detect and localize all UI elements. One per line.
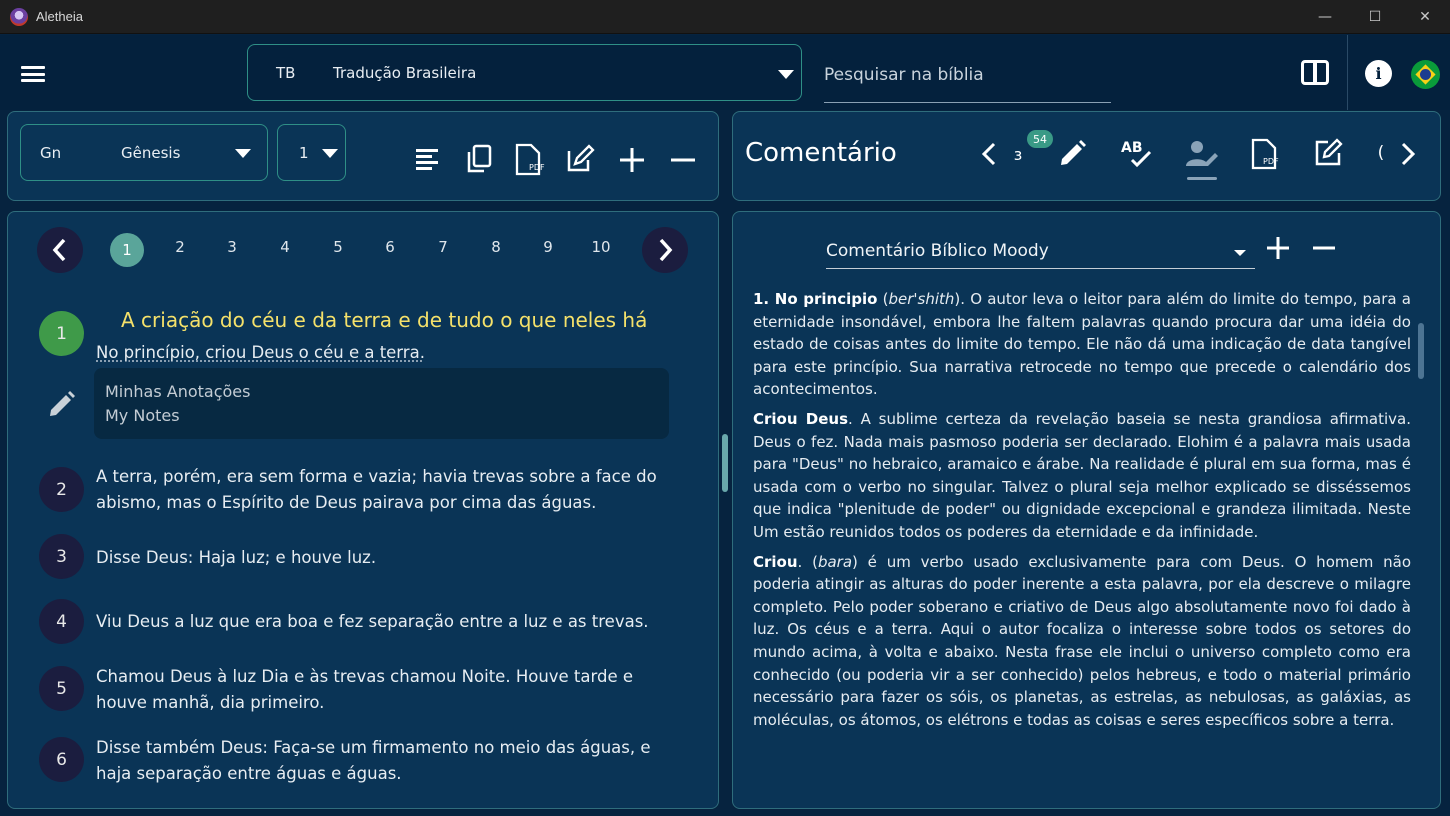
pdf-icon[interactable]: PDF [512,143,546,177]
split-view-icon[interactable] [1301,60,1329,85]
page-1[interactable]: 1 [110,233,144,267]
notes-line: Minhas Anotações [105,382,251,401]
commentary-scrollbar[interactable] [1418,323,1424,379]
commentary-heading: Criou Deus [753,409,849,428]
svg-text:AB: AB [1121,140,1143,156]
info-icon[interactable]: i [1365,60,1392,87]
commentary-paragraph: 1. No principio (ber'shith). O autor lev… [753,288,1411,401]
spellcheck-icon[interactable]: AB [1120,138,1156,170]
chevron-down-icon [778,70,794,79]
svg-text:PDF: PDF [1263,157,1279,166]
search-input[interactable] [824,48,1111,102]
page-10[interactable]: 10 [584,238,618,264]
minimize-button[interactable]: — [1300,0,1350,34]
pdf-icon[interactable]: PDF [1249,137,1281,171]
commentary-term: bara [817,552,853,571]
verse-text[interactable]: Disse também Deus: Faça-se um firmamento… [96,735,686,787]
page-6[interactable]: 6 [373,238,407,264]
chapter-number: 1 [299,144,309,162]
version-name: Tradução Brasileira [333,63,477,82]
window-title: Aletheia [36,9,83,24]
chapter-select[interactable]: 1 [277,124,346,181]
verse-text[interactable]: Viu Deus a luz que era boa e fez separaç… [96,609,686,635]
app-logo-icon [10,7,28,26]
commentary-title: Comentário [745,138,897,168]
chevron-left-icon[interactable] [976,140,1002,168]
verse-text[interactable]: No princípio, criou Deus o céu e a terra… [96,340,686,366]
page-3[interactable]: 3 [215,238,249,264]
pencil-icon[interactable] [1056,138,1088,170]
verse-text[interactable]: A terra, porém, era sem forma e vazia; h… [96,464,686,516]
reader-scrollbar[interactable] [722,434,728,492]
zoom-out-icon[interactable] [669,146,697,174]
verse-number[interactable]: 3 [39,534,84,579]
edit-note-icon[interactable] [564,143,596,175]
notification-badge: 54 [1027,130,1053,148]
close-button[interactable]: ✕ [1400,0,1450,34]
section-heading: A criação do céu e da terra e de tudo o … [121,308,648,332]
chevron-down-icon [322,149,338,158]
book-abbr: Gn [40,144,62,162]
verse-number[interactable]: 4 [39,599,84,644]
commentary-paragraph: Criou Deus. A sublime certeza da revelaç… [753,408,1411,544]
verse-number[interactable]: 5 [39,666,84,711]
book-name: Gênesis [121,144,181,162]
verse-text[interactable]: Disse Deus: Haja luz; e houve luz. [96,545,686,571]
bible-version-select[interactable]: TB Tradução Brasileira [247,44,802,101]
verse-text[interactable]: Chamou Deus à luz Dia e às trevas chamou… [96,664,686,716]
page-7[interactable]: 7 [426,238,460,264]
page-2[interactable]: 2 [163,238,197,264]
page-9[interactable]: 9 [531,238,565,264]
notes-line: My Notes [105,406,180,425]
verse-number[interactable]: 2 [39,467,84,512]
verse-number[interactable]: 1 [39,311,84,356]
edit-icon[interactable] [1313,138,1343,168]
search-field[interactable] [824,48,1111,103]
page-8[interactable]: 8 [479,238,513,264]
maximize-button[interactable]: ☐ [1350,0,1400,34]
commentary-body: 1. No principio (ber'shith). O autor lev… [753,288,1411,738]
brazil-flag-icon[interactable] [1411,60,1440,89]
zoom-in-icon[interactable] [618,146,646,174]
divider [1347,35,1348,110]
commentary-punct: ( [877,290,889,308]
chevron-right-icon[interactable] [1396,140,1420,168]
menu-icon[interactable] [21,66,45,82]
copy-icon[interactable] [463,143,495,175]
edit-note-pencil-icon[interactable] [46,388,78,420]
commentary-source-name: Comentário Bíblico Moody [826,241,1049,261]
clipped-toolbar-icon: ɜ [1013,145,1023,163]
font-increase-icon[interactable] [1266,236,1290,260]
next-chapter-button[interactable] [642,227,688,273]
top-bar: TB Tradução Brasileira i [0,35,1450,110]
commentary-heading: Criou [753,552,798,571]
book-select[interactable]: Gn Gênesis [20,124,268,181]
notes-box[interactable]: Minhas Anotações My Notes [94,368,669,439]
version-abbr: TB [276,63,296,82]
clipped-toolbar-icon: ( [1377,143,1385,163]
chevron-down-icon [235,149,251,158]
chevron-down-icon [1234,250,1246,256]
commentary-source-select[interactable]: Comentário Bíblico Moody [826,236,1255,269]
commentary-heading: 1. No principio [753,290,878,308]
window-titlebar: Aletheia — ☐ ✕ [0,0,1450,34]
page-5[interactable]: 5 [321,238,355,264]
previous-chapter-button[interactable] [37,227,83,273]
verse-number[interactable]: 6 [39,737,84,782]
commentary-text: ) é um verbo usado exclusivamente para c… [753,552,1411,729]
commentary-paragraph: Criou. (bara) é um verbo usado exclusiva… [753,551,1411,732]
svg-text:PDF: PDF [529,163,545,172]
commentary-text: . A sublime certeza da revelação baseia … [753,409,1411,541]
commentary-term: ber'shith [888,290,955,308]
text-align-icon[interactable] [412,144,442,174]
author-icon[interactable] [1185,136,1219,182]
page-4[interactable]: 4 [268,238,302,264]
font-decrease-icon[interactable] [1312,236,1336,260]
commentary-punct: . ( [797,552,818,571]
